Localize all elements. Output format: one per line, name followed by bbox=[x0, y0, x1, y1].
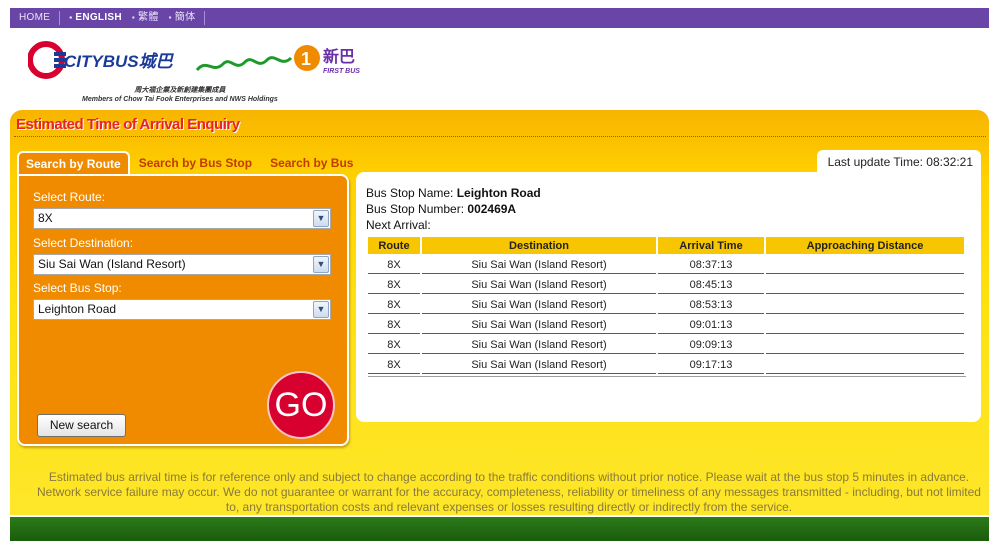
cell-route: 8X bbox=[368, 276, 420, 294]
route-select-value: 8X bbox=[38, 211, 53, 225]
cell-route: 8X bbox=[368, 256, 420, 274]
cell-route: 8X bbox=[368, 316, 420, 334]
cell-arrival-time: 09:17:13 bbox=[658, 356, 764, 374]
nav-english-label: ENGLISH bbox=[75, 12, 122, 23]
destination-select-value: Siu Sai Wan (Island Resort) bbox=[38, 257, 186, 271]
members-caption-en: Members of Chow Tai Fook Enterprises and… bbox=[82, 96, 278, 103]
svg-text:1: 1 bbox=[301, 49, 311, 69]
tab-search-by-bus[interactable]: Search by Bus bbox=[261, 151, 362, 175]
go-button[interactable]: GO bbox=[267, 371, 335, 439]
eta-panel: Estimated Time of Arrival Enquiry Search… bbox=[10, 110, 989, 515]
last-update-time: Last update Time: 08:32:21 bbox=[817, 150, 981, 172]
table-header-row: Route Destination Arrival Time Approachi… bbox=[368, 237, 964, 254]
cell-approaching-distance bbox=[766, 336, 964, 354]
cell-destination: Siu Sai Wan (Island Resort) bbox=[422, 296, 656, 314]
chevron-down-icon[interactable]: ▼ bbox=[313, 210, 329, 227]
members-caption-cn: 周大福企業及新創建集團成員 bbox=[134, 87, 226, 94]
table-row: 8X Siu Sai Wan (Island Resort) 08:45:13 bbox=[368, 276, 964, 294]
page-title: Estimated Time of Arrival Enquiry bbox=[16, 116, 240, 133]
cell-destination: Siu Sai Wan (Island Resort) bbox=[422, 316, 656, 334]
cell-approaching-distance bbox=[766, 276, 964, 294]
tab-search-by-bus-stop[interactable]: Search by Bus Stop bbox=[130, 151, 261, 175]
cell-approaching-distance bbox=[766, 296, 964, 314]
cell-approaching-distance bbox=[766, 316, 964, 334]
firstbus-logo-subtext: FIRST BUS bbox=[323, 68, 360, 75]
bus-stop-select-value: Leighton Road bbox=[38, 302, 117, 316]
cell-approaching-distance bbox=[766, 356, 964, 374]
nav-home-link[interactable]: HOME bbox=[10, 11, 61, 25]
column-header-arrival-time: Arrival Time bbox=[658, 237, 764, 254]
table-row: 8X Siu Sai Wan (Island Resort) 08:53:13 bbox=[368, 296, 964, 314]
route-search-form: Select Route: 8X ▼ Select Destination: S… bbox=[17, 174, 349, 446]
column-header-destination: Destination bbox=[422, 237, 656, 254]
stop-name-value: Leighton Road bbox=[456, 186, 541, 200]
cell-destination: Siu Sai Wan (Island Resort) bbox=[422, 336, 656, 354]
stop-number-line: Bus Stop Number: 002469A bbox=[366, 201, 541, 217]
nav-traditional-label: 繁體 bbox=[138, 12, 159, 23]
cell-approaching-distance bbox=[766, 256, 964, 274]
title-divider bbox=[14, 136, 986, 137]
chevron-down-icon[interactable]: ▼ bbox=[313, 301, 329, 318]
table-row: 8X Siu Sai Wan (Island Resort) 09:17:13 bbox=[368, 356, 964, 374]
route-select[interactable]: 8X ▼ bbox=[33, 208, 331, 229]
cell-arrival-time: 09:09:13 bbox=[658, 336, 764, 354]
disclaimer-text: Estimated bus arrival time is for refere… bbox=[37, 470, 981, 514]
footer-band bbox=[10, 517, 989, 541]
next-arrival-label: Next Arrival: bbox=[366, 218, 431, 232]
cell-destination: Siu Sai Wan (Island Resort) bbox=[422, 356, 656, 374]
cell-route: 8X bbox=[368, 356, 420, 374]
site-header: CITYBUS城巴 1 新巴 FIRST BUS 周大福企業及新創建集團成員 M… bbox=[10, 28, 989, 110]
cell-route: 8X bbox=[368, 296, 420, 314]
nav-simplified-label: 簡体 bbox=[174, 12, 196, 23]
eta-table: Route Destination Arrival Time Approachi… bbox=[366, 235, 966, 376]
route-label: Select Route: bbox=[33, 190, 106, 204]
stop-number-label: Bus Stop Number: bbox=[366, 202, 465, 216]
top-nav-bar: HOME ▪ ENGLISH ▪ 繁體 ▪ 簡体 bbox=[10, 8, 989, 28]
bullet-icon: ▪ bbox=[131, 13, 136, 22]
table-bottom-rule bbox=[368, 376, 966, 377]
cell-route: 8X bbox=[368, 336, 420, 354]
eta-results: Bus Stop Name: Leighton Road Bus Stop Nu… bbox=[356, 172, 981, 422]
column-header-route: Route bbox=[368, 237, 420, 254]
bus-stop-label: Select Bus Stop: bbox=[33, 281, 122, 295]
bullet-icon: ▪ bbox=[168, 13, 172, 22]
new-search-button[interactable]: New search bbox=[37, 414, 126, 437]
cell-arrival-time: 09:01:13 bbox=[658, 316, 764, 334]
table-row: 8X Siu Sai Wan (Island Resort) 09:09:13 bbox=[368, 336, 964, 354]
tab-search-by-route[interactable]: Search by Route bbox=[17, 151, 130, 175]
nav-simplified-chinese-link[interactable]: ▪ 簡体 bbox=[164, 11, 201, 25]
cell-arrival-time: 08:53:13 bbox=[658, 296, 764, 314]
firstbus-logo[interactable]: 1 新巴 FIRST BUS bbox=[195, 40, 380, 80]
cell-destination: Siu Sai Wan (Island Resort) bbox=[422, 256, 656, 274]
cell-arrival-time: 08:37:13 bbox=[658, 256, 764, 274]
chevron-down-icon[interactable]: ▼ bbox=[313, 256, 329, 273]
table-row: 8X Siu Sai Wan (Island Resort) 08:37:13 bbox=[368, 256, 964, 274]
cell-destination: Siu Sai Wan (Island Resort) bbox=[422, 276, 656, 294]
column-header-approaching-distance: Approaching Distance bbox=[766, 237, 964, 254]
bullet-icon: ▪ bbox=[69, 13, 73, 22]
stop-number-value: 002469A bbox=[467, 202, 517, 216]
cell-arrival-time: 08:45:13 bbox=[658, 276, 764, 294]
nav-divider bbox=[204, 11, 206, 25]
stop-name-line: Bus Stop Name: Leighton Road bbox=[366, 185, 541, 201]
search-tabs: Search by Route Search by Bus Stop Searc… bbox=[17, 148, 362, 175]
bus-stop-select[interactable]: Leighton Road ▼ bbox=[33, 299, 331, 320]
citybus-logo[interactable]: CITYBUS城巴 bbox=[28, 40, 188, 80]
citybus-logo-text: CITYBUS城巴 bbox=[64, 52, 175, 71]
table-row: 8X Siu Sai Wan (Island Resort) 09:01:13 bbox=[368, 316, 964, 334]
stop-info: Bus Stop Name: Leighton Road Bus Stop Nu… bbox=[366, 185, 541, 233]
destination-select[interactable]: Siu Sai Wan (Island Resort) ▼ bbox=[33, 254, 331, 275]
firstbus-logo-text: 新巴 bbox=[323, 47, 355, 66]
destination-label: Select Destination: bbox=[33, 236, 134, 250]
stop-name-label: Bus Stop Name: bbox=[366, 186, 454, 200]
nav-traditional-chinese-link[interactable]: ▪ 繁體 bbox=[127, 11, 164, 25]
language-switcher: ▪ ENGLISH ▪ 繁體 ▪ 簡体 bbox=[60, 11, 204, 25]
members-caption: 周大福企業及新創建集團成員 Members of Chow Tai Fook E… bbox=[82, 86, 278, 104]
nav-english-link[interactable]: ▪ ENGLISH bbox=[64, 11, 127, 25]
